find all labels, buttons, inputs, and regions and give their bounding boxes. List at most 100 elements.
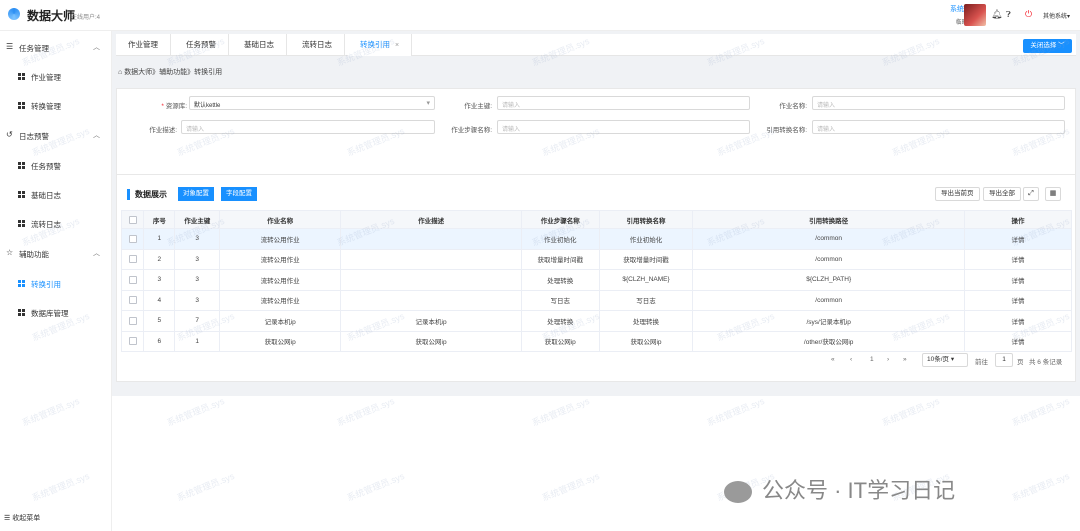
- column-header[interactable]: 作业步骤名称: [520, 210, 600, 229]
- row-checkbox[interactable]: [120, 228, 145, 250]
- sidebar-item-trans-manage[interactable]: 转换管理: [0, 97, 112, 113]
- page-number[interactable]: 1: [870, 356, 874, 363]
- table-row[interactable]: 1 3 流转公用作业 作业初始化 作业初始化 /common 详情: [120, 228, 1072, 250]
- top-header: 数据大师 在线用户:4 系统管理员 临时机构 🔔︎ ❓︎ ⏻ 其他系统▾: [0, 0, 1080, 31]
- column-header[interactable]: 作业名称: [218, 210, 342, 229]
- app-name: 数据大师: [27, 9, 76, 23]
- detail-link[interactable]: 详情: [964, 310, 1072, 332]
- column-header[interactable]: 引用转换名称: [598, 210, 694, 229]
- row-checkbox[interactable]: [120, 330, 145, 352]
- prev-page-icon[interactable]: ‹: [850, 356, 852, 363]
- export-page-button[interactable]: 导出当前页: [935, 187, 980, 201]
- tab-base-log[interactable]: 基础日志: [232, 34, 287, 56]
- cell: 3: [174, 248, 220, 270]
- goto-page-input[interactable]: 1: [995, 353, 1013, 367]
- cell: [340, 248, 522, 270]
- detail-link[interactable]: 详情: [964, 269, 1072, 291]
- row-checkbox[interactable]: [120, 248, 145, 270]
- power-icon[interactable]: ⏻: [1025, 9, 1032, 20]
- main-area: 作业管理 任务预警 基础日志 流转日志 转换引用 × 关闭选择 ﹀ ⌂ 数据大师》…: [112, 31, 1080, 396]
- cell: [340, 228, 522, 250]
- chevron-up-icon: ︿: [93, 44, 100, 51]
- sidebar-item-base-log[interactable]: 基础日志: [0, 186, 112, 202]
- job-desc-input[interactable]: 请输入: [181, 120, 435, 134]
- help-icon[interactable]: ❓︎: [1006, 10, 1011, 20]
- columns-icon[interactable]: ▦: [1045, 187, 1061, 201]
- cell: 获取公网ip: [520, 330, 600, 352]
- column-header[interactable]: 作业主键: [174, 210, 220, 229]
- cell: 记录本机ip: [218, 310, 342, 332]
- job-step-label: 作业步骤名称:: [451, 127, 492, 134]
- cell: ${CLZH_NAME}: [598, 269, 694, 291]
- table-row[interactable]: 6 1 获取公网ip 获取公网ip 获取公网ip 获取公网ip /other/获…: [120, 330, 1072, 352]
- fullscreen-icon[interactable]: ⤢: [1023, 187, 1039, 201]
- watermark-text: 系统管理员.sys: [335, 395, 396, 429]
- job-pk-label: 作业主键:: [464, 103, 492, 110]
- sidebar-item-task-alert[interactable]: 任务预警: [0, 157, 112, 173]
- avatar[interactable]: [964, 4, 986, 26]
- sidebar-item-trans-ref[interactable]: 转换引用: [0, 275, 112, 291]
- job-step-input[interactable]: 请输入: [497, 120, 750, 134]
- cell: 获取公网ip: [218, 330, 342, 352]
- tab-flow-log[interactable]: 流转日志: [290, 34, 345, 56]
- page-unit: 页: [1017, 359, 1024, 366]
- cell: 7: [174, 310, 220, 332]
- close-icon[interactable]: ×: [395, 42, 399, 49]
- history-icon: ↺: [6, 130, 13, 139]
- detail-link[interactable]: 详情: [964, 289, 1072, 311]
- row-checkbox[interactable]: [120, 289, 145, 311]
- cell: 3: [143, 269, 176, 291]
- ref-trans-input[interactable]: 请输入: [812, 120, 1065, 134]
- tab-label: 基础日志: [244, 40, 274, 49]
- table-row[interactable]: 3 3 流转公用作业 处理转换 ${CLZH_NAME} ${CLZH_PATH…: [120, 269, 1072, 291]
- collapse-menu-label: 收起菜单: [12, 515, 41, 522]
- export-all-button[interactable]: 导出全部: [983, 187, 1021, 201]
- field-config-button[interactable]: 字段配置: [220, 187, 257, 201]
- other-systems-dropdown[interactable]: 其他系统▾: [1043, 11, 1070, 20]
- wechat-brand-text: 公众号 · IT学习日记: [762, 478, 956, 503]
- job-pk-input[interactable]: 请输入: [497, 96, 750, 110]
- collapse-menu-button[interactable]: ☰ 收起菜单: [4, 513, 40, 523]
- menu-group-log[interactable]: ↺ 日志预警 ︿: [0, 127, 112, 143]
- last-page-icon[interactable]: »: [903, 356, 907, 363]
- menu-group-task[interactable]: ☰ 任务管理 ︿: [0, 39, 112, 55]
- bell-icon[interactable]: 🔔︎: [991, 9, 1002, 20]
- object-config-button[interactable]: 对象配置: [178, 187, 214, 201]
- sidebar-item-job-manage[interactable]: 作业管理: [0, 68, 112, 84]
- watermark-text: 系统管理员.sys: [175, 470, 236, 504]
- sidebar-item-label: 转换管理: [31, 102, 61, 111]
- detail-link[interactable]: 详情: [964, 330, 1072, 352]
- column-header[interactable]: 引用转换路径: [692, 210, 966, 229]
- detail-link[interactable]: 详情: [964, 248, 1072, 270]
- tab-task-alert[interactable]: 任务预警: [174, 34, 229, 56]
- repo-select[interactable]: 默认kettle ▾: [189, 96, 435, 110]
- tab-trans-ref[interactable]: 转换引用 ×: [348, 34, 413, 56]
- table-header-row: 序号 作业主键 作业名称 作业描述 作业步骤名称 引用转换名称 引用转换路径 操…: [120, 210, 1072, 229]
- cell: 流转公用作业: [218, 228, 342, 250]
- tab-job-manage[interactable]: 作业管理: [116, 34, 171, 56]
- menu-group-aux[interactable]: ☆ 辅助功能 ︿: [0, 245, 112, 261]
- table-row[interactable]: 5 7 记录本机ip 记录本机ip 处理转换 处理转换 /sys/记录本机ip …: [120, 310, 1072, 332]
- page-size-select[interactable]: 10条/页 ▾: [922, 353, 968, 367]
- sidebar-item-label: 任务预警: [31, 162, 61, 171]
- sidebar-item-label: 数据库管理: [31, 309, 69, 318]
- table-row[interactable]: 4 3 流转公用作业 写日志 写日志 /common 详情: [120, 289, 1072, 311]
- column-header[interactable]: 作业描述: [340, 210, 522, 229]
- sidebar-item-flow-log[interactable]: 流转日志: [0, 215, 112, 231]
- row-checkbox[interactable]: [120, 269, 145, 291]
- table-row[interactable]: 2 3 流转公用作业 获取增量时间戳 获取增量时间戳 /common 详情: [120, 248, 1072, 270]
- cell: 1: [143, 228, 176, 250]
- next-page-icon[interactable]: ›: [887, 356, 889, 363]
- select-all-checkbox[interactable]: [120, 210, 145, 229]
- cell: 获取增量时间戳: [598, 248, 694, 270]
- breadcrumb: ⌂ 数据大师》辅助功能》转换引用: [118, 67, 222, 77]
- sidebar-item-db-manage[interactable]: 数据库管理: [0, 304, 112, 320]
- first-page-icon[interactable]: «: [831, 356, 835, 363]
- breadcrumb-text: 数据大师》辅助功能》转换引用: [124, 69, 223, 76]
- row-checkbox[interactable]: [120, 310, 145, 332]
- cell: /other/获取公网ip: [692, 330, 966, 352]
- detail-link[interactable]: 详情: [964, 228, 1072, 250]
- close-select-dropdown[interactable]: 关闭选择 ﹀: [1023, 39, 1072, 53]
- menu-icon: ☰: [4, 515, 11, 522]
- job-name-input[interactable]: 请输入: [812, 96, 1065, 110]
